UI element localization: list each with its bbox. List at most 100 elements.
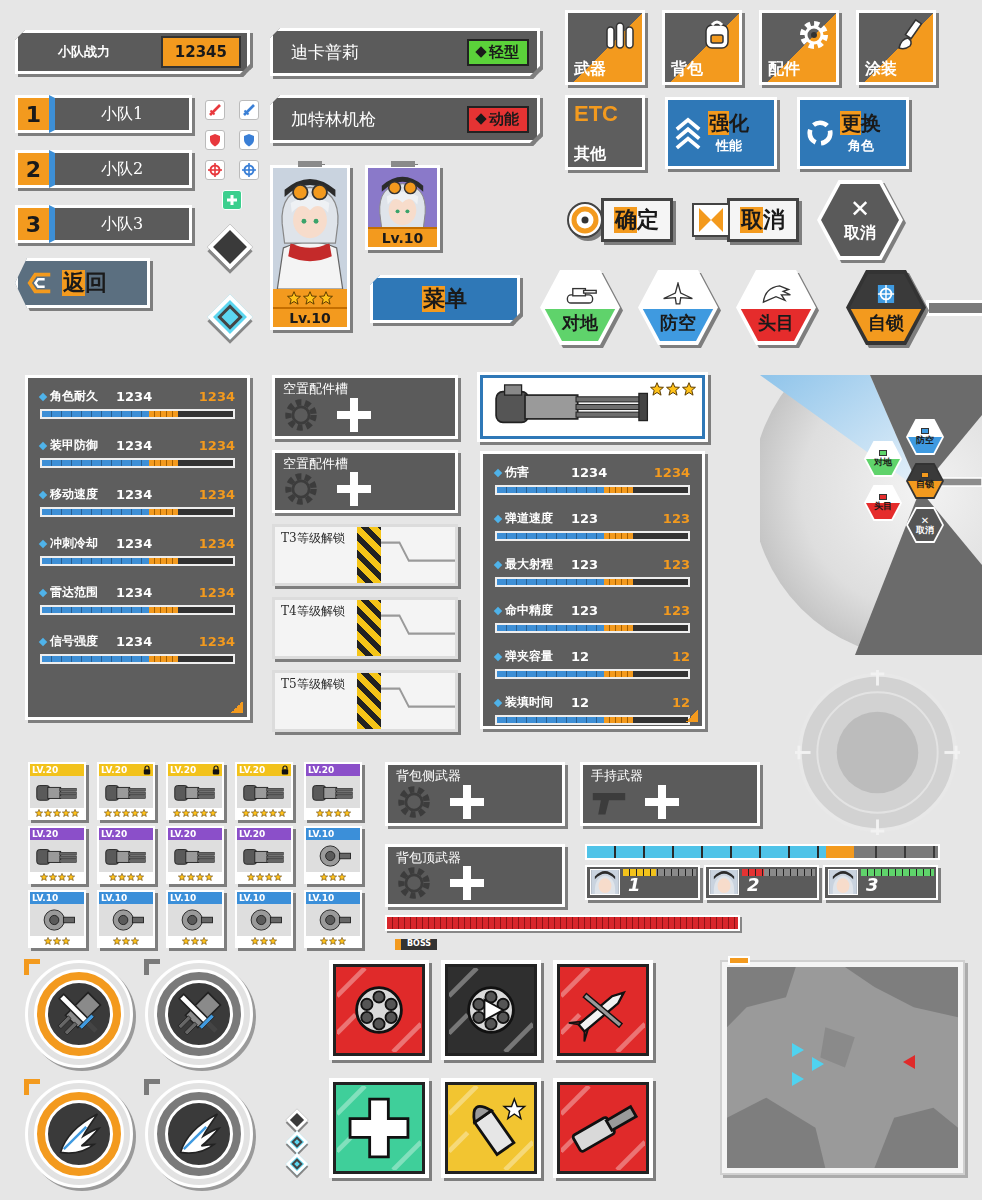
inventory-level: LV.10	[32, 893, 58, 904]
skill-icon[interactable]	[329, 1078, 429, 1178]
star-icon	[316, 809, 324, 817]
radial-menu-item[interactable]: 防空	[906, 419, 944, 455]
inventory-level: LV.10	[101, 893, 127, 904]
dialog-button[interactable]: 确定	[565, 198, 673, 242]
diamond-icon[interactable]	[207, 224, 252, 269]
inventory-level: LV.10	[239, 893, 265, 904]
part-slot[interactable]: 空置配件槽	[272, 375, 458, 439]
stat-bar	[495, 531, 690, 541]
action-button[interactable]: 更换角色	[797, 97, 909, 169]
nav-button[interactable]: 背包	[662, 10, 742, 85]
inventory-card[interactable]: LV.10	[304, 826, 362, 884]
skill-icon[interactable]	[441, 1078, 541, 1178]
inventory-card[interactable]: LV.10	[28, 890, 86, 948]
squad-button[interactable]: 2小队2	[15, 150, 192, 188]
skill-round-button[interactable]	[145, 1080, 253, 1188]
sword-icon	[205, 100, 225, 120]
radial-item-label: 防空	[916, 436, 934, 446]
radial-menu-item[interactable]: 对地	[864, 441, 902, 477]
part-slot[interactable]: 空置配件槽	[272, 450, 458, 514]
stat-value: 1234	[116, 389, 195, 404]
star-icon	[666, 382, 680, 396]
member-number: 1	[628, 875, 641, 895]
skill-round-button[interactable]	[25, 960, 133, 1068]
gear-icon	[283, 471, 319, 507]
character-card[interactable]: Lv.10	[270, 165, 350, 330]
star-icon	[53, 809, 61, 817]
inventory-card[interactable]: LV.10	[235, 890, 293, 948]
slot-label: 空置配件槽	[283, 456, 447, 472]
stat-marker-icon	[494, 514, 502, 522]
inventory-card[interactable]: LV.20	[235, 762, 293, 820]
member-avatar-icon	[709, 869, 739, 895]
skill-icon[interactable]	[441, 960, 541, 1060]
inventory-card[interactable]: LV.20	[97, 826, 155, 884]
inventory-card[interactable]: LV.20	[28, 762, 86, 820]
status-icon-grid	[205, 100, 265, 210]
enemy-marker-icon	[903, 1055, 915, 1069]
other-button[interactable]: ETC其他	[565, 95, 645, 170]
stat-label: 伤害	[505, 464, 567, 481]
hazard-stripe	[357, 673, 381, 729]
back-button[interactable]: 返回	[15, 258, 150, 308]
weapon-slot[interactable]: 手持武器	[580, 762, 760, 826]
character-avatar-card[interactable]: Lv.10	[365, 165, 440, 250]
dialog-button[interactable]: 取消	[691, 198, 799, 242]
menu-button[interactable]: 菜单	[370, 275, 520, 323]
action-subtitle: 角色	[848, 137, 874, 155]
member-number: 3	[866, 875, 879, 895]
nav-button[interactable]: 武器	[565, 10, 645, 85]
weapon-slot[interactable]: 背包顶武器	[385, 844, 565, 908]
target-button[interactable]: 对地	[540, 270, 620, 345]
inventory-card[interactable]: LV.10	[166, 890, 224, 948]
gun-icon	[241, 842, 287, 870]
star-icon	[682, 382, 696, 396]
skill-icon[interactable]	[553, 1078, 653, 1178]
joystick-icon[interactable]	[795, 670, 960, 835]
boss-hp: BOSS	[385, 915, 740, 950]
part-slot-list: 空置配件槽空置配件槽T3等级解锁T4等级解锁T5等级解锁	[272, 375, 462, 732]
inventory-card[interactable]: LV.20	[28, 826, 86, 884]
weapon-slot-label: 背包顶武器	[396, 850, 554, 866]
notch-outline-icon	[381, 527, 455, 583]
diamond-icon[interactable]	[207, 294, 252, 339]
target-button[interactable]: 自锁	[846, 270, 926, 345]
nav-button[interactable]: 涂装	[856, 10, 936, 85]
missile-icon	[561, 968, 645, 1052]
inventory-card[interactable]: LV.20	[166, 826, 224, 884]
stat-bar	[40, 458, 235, 468]
gun-icon	[241, 778, 287, 806]
cancel-hex-button[interactable]: ✕取消	[817, 180, 903, 260]
locked-part-slot: T5等级解锁	[272, 670, 458, 732]
radial-menu-item[interactable]: ✕取消	[906, 507, 944, 543]
squad-button[interactable]: 3小队3	[15, 205, 192, 243]
weapon-slot[interactable]: 背包侧武器	[385, 762, 565, 826]
nav-icon	[893, 17, 929, 53]
stat-max: 1234	[199, 585, 235, 600]
target-button[interactable]: 防空	[638, 270, 718, 345]
action-button[interactable]: 强化性能	[665, 97, 777, 169]
skill-round-button[interactable]	[145, 960, 253, 1068]
skill-icon[interactable]	[329, 960, 429, 1060]
nav-button[interactable]: 配件	[759, 10, 839, 85]
inventory-card[interactable]: LV.20	[97, 762, 155, 820]
star-icon	[62, 809, 70, 817]
radial-menu-item[interactable]: 自锁	[906, 463, 944, 499]
inventory-card[interactable]: LV.20	[304, 762, 362, 820]
radial-menu-item[interactable]: 头目	[864, 485, 902, 521]
inventory-card[interactable]: LV.10	[97, 890, 155, 948]
star-icon	[35, 809, 43, 817]
character-stats-panel: 角色耐久12341234装甲防御12341234移动速度12341234冲刺冷却…	[25, 375, 250, 720]
star-icon	[131, 937, 139, 945]
dash-wing-icon	[171, 1106, 227, 1162]
inventory-card[interactable]: LV.20	[235, 826, 293, 884]
plate-name: 加特林机枪	[291, 108, 376, 131]
skill-icon[interactable]	[553, 960, 653, 1060]
small-diamond-icon	[286, 1109, 309, 1132]
skill-round-button[interactable]	[25, 1080, 133, 1188]
target-button[interactable]: 头目	[736, 270, 816, 345]
squad-button[interactable]: 1小队1	[15, 95, 192, 133]
gatling-play-icon	[449, 968, 533, 1052]
inventory-card[interactable]: LV.20	[166, 762, 224, 820]
inventory-card[interactable]: LV.10	[304, 890, 362, 948]
